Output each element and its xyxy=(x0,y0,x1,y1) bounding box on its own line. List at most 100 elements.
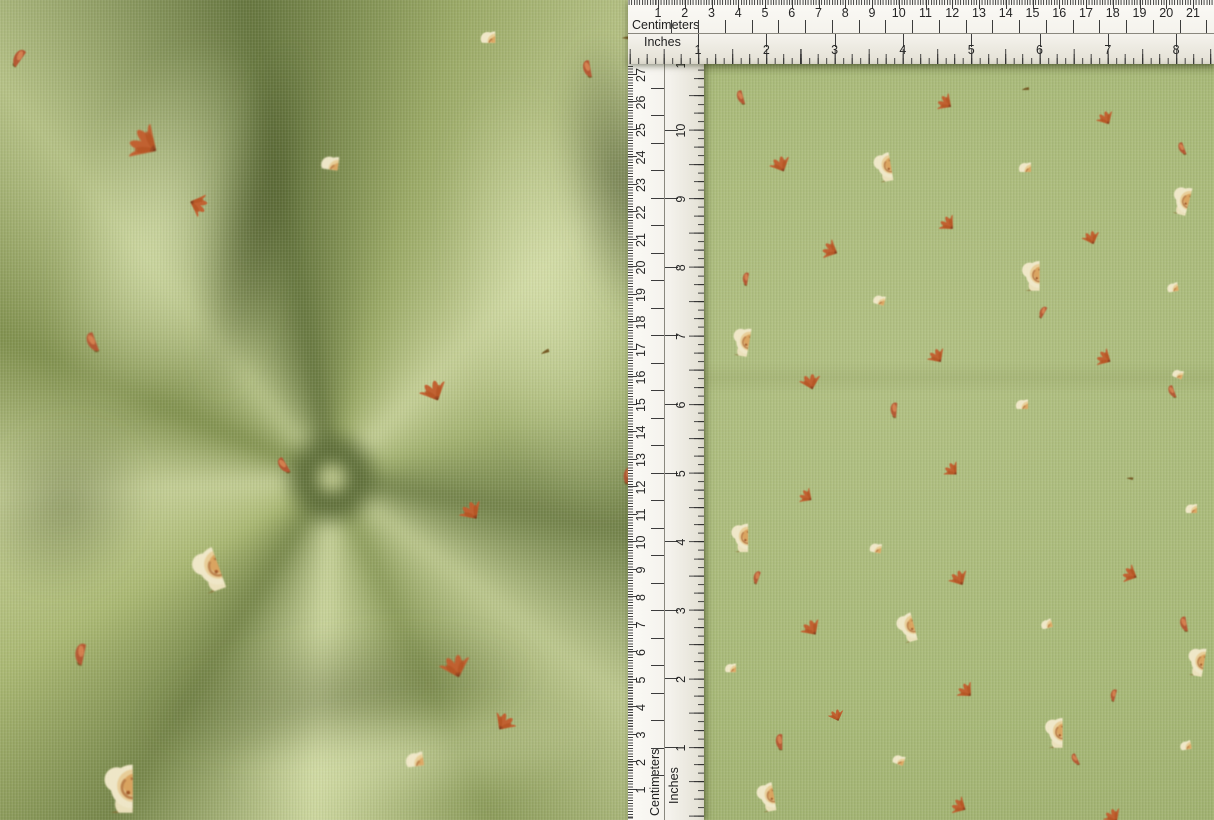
ruler-tick xyxy=(1019,20,1020,33)
ruler-tick xyxy=(859,20,860,33)
ruler-tick xyxy=(651,115,664,116)
ruler-scale-divider xyxy=(628,33,1214,34)
flower-motif-daisy xyxy=(900,314,948,362)
left-fabric-swirled xyxy=(0,0,628,820)
ruler-number: 7 xyxy=(635,622,648,629)
ruler-tick xyxy=(752,20,753,33)
ruler-number: 8 xyxy=(635,594,648,601)
ruler-number: 25 xyxy=(635,123,648,137)
flower-motif-rosesm xyxy=(989,134,1031,172)
ruler-number: 18 xyxy=(1106,7,1120,20)
ruler-tick xyxy=(651,418,664,419)
ruler-number: 13 xyxy=(972,7,986,20)
flower-motif-daisy xyxy=(915,770,966,820)
flower-motif-rosesm xyxy=(1157,477,1197,513)
ruler-tick xyxy=(651,693,664,694)
ruler-tick xyxy=(912,20,913,33)
ruler-number: 16 xyxy=(1052,7,1066,20)
ruler-tick xyxy=(1180,20,1181,33)
vertical-ruler: Centimeters Inches 123456789101112131415… xyxy=(628,60,704,820)
flower-motif-daisy xyxy=(1060,322,1111,373)
ruler-tick xyxy=(805,20,806,33)
flower-motif-sprig xyxy=(989,60,1029,90)
right-fabric-flat xyxy=(628,60,1214,820)
flower-motif-rosesm xyxy=(1172,799,1214,820)
ruler-tick xyxy=(651,528,664,529)
ruler-tick xyxy=(651,748,664,749)
ruler-tick xyxy=(651,308,664,309)
ruler-number: 2 xyxy=(675,676,688,683)
ruler-number: 9 xyxy=(869,7,876,20)
ruler-number: 18 xyxy=(635,316,648,330)
ruler-tick xyxy=(698,20,699,33)
ruler-tick xyxy=(1073,20,1074,33)
ruler-number: 20 xyxy=(635,261,648,275)
ruler-number: 11 xyxy=(635,509,648,522)
flower-motif-rose xyxy=(704,743,777,820)
flower-motif-rosesm xyxy=(1148,715,1191,755)
ruler-number: 3 xyxy=(635,732,648,739)
ruler-tick xyxy=(651,88,664,89)
flower-motif-rosesm xyxy=(865,718,915,766)
ruler-number: 10 xyxy=(892,7,906,20)
flower-motif-daisy xyxy=(773,327,836,390)
flower-motif-rosesm xyxy=(279,110,345,171)
flower-motif-bud xyxy=(1076,654,1124,702)
ruler-tick xyxy=(966,20,967,33)
ruler-number: 2 xyxy=(681,7,688,20)
ruler-tick xyxy=(778,20,779,33)
ruler-tick xyxy=(1126,20,1127,33)
ruler-tick xyxy=(1153,20,1154,33)
ruler-number: 13 xyxy=(635,453,648,467)
ruler-number: 10 xyxy=(675,124,688,138)
flower-motif-daisy xyxy=(769,464,812,507)
flower-motif-daisy xyxy=(1058,192,1110,244)
flower-motif-rosesm xyxy=(845,260,893,305)
ruler-number: 5 xyxy=(762,7,769,20)
ruler-number: 2 xyxy=(635,759,648,766)
ruler-number: 6 xyxy=(635,649,648,656)
vertical-ruler-inches-label: Inches xyxy=(668,767,681,804)
ruler-tick xyxy=(885,20,886,33)
flower-motif-daisy xyxy=(1071,76,1119,124)
ruler-tick xyxy=(651,720,664,721)
ruler-number: 4 xyxy=(675,539,688,546)
ruler-number: 4 xyxy=(735,7,742,20)
flower-motif-rose xyxy=(27,697,132,813)
flower-motif-bud xyxy=(706,238,754,286)
flower-motif-rosesm xyxy=(1135,257,1178,297)
ruler-tick xyxy=(939,20,940,33)
ruler-tick xyxy=(651,198,664,199)
vertical-ruler-centimeters-label: Centimeters xyxy=(649,749,662,816)
flower-motif-daisy xyxy=(920,531,974,585)
ruler-tick xyxy=(671,20,672,33)
ruler-number: 3 xyxy=(708,7,715,20)
ruler-number: 10 xyxy=(635,536,648,550)
flower-motif-bud xyxy=(732,700,783,751)
ruler-tick xyxy=(651,500,664,501)
flower-motif-daisy xyxy=(781,212,837,268)
ruler-number: 1 xyxy=(675,745,688,752)
ruler-number: 15 xyxy=(1026,7,1040,20)
ruler-number: 14 xyxy=(635,426,648,440)
flower-motif-daisy xyxy=(741,113,800,172)
ruler-number: 11 xyxy=(919,7,932,20)
flower-motif-daisy xyxy=(911,187,952,228)
flower-motif-daisy xyxy=(807,675,853,721)
ruler-number: 1 xyxy=(635,787,648,794)
ruler-tick-comb xyxy=(698,60,704,820)
flower-motif-rose xyxy=(1125,134,1202,216)
flower-motif-bud xyxy=(848,366,900,418)
ruler-number: 12 xyxy=(635,481,648,495)
ruler-tick xyxy=(651,555,664,556)
flower-motif-rose xyxy=(821,113,894,191)
ruler-number: 19 xyxy=(1133,7,1147,20)
ruler-number: 9 xyxy=(675,196,688,203)
flower-motif-rosesm xyxy=(986,371,1028,409)
ruler-number: 6 xyxy=(675,402,688,409)
flower-motif-daisy xyxy=(1083,538,1136,591)
flower-motif-daisy xyxy=(929,654,970,695)
ruler-number: 9 xyxy=(635,567,648,574)
ruler-number: 7 xyxy=(815,7,822,20)
ruler-number: 3 xyxy=(675,607,688,614)
